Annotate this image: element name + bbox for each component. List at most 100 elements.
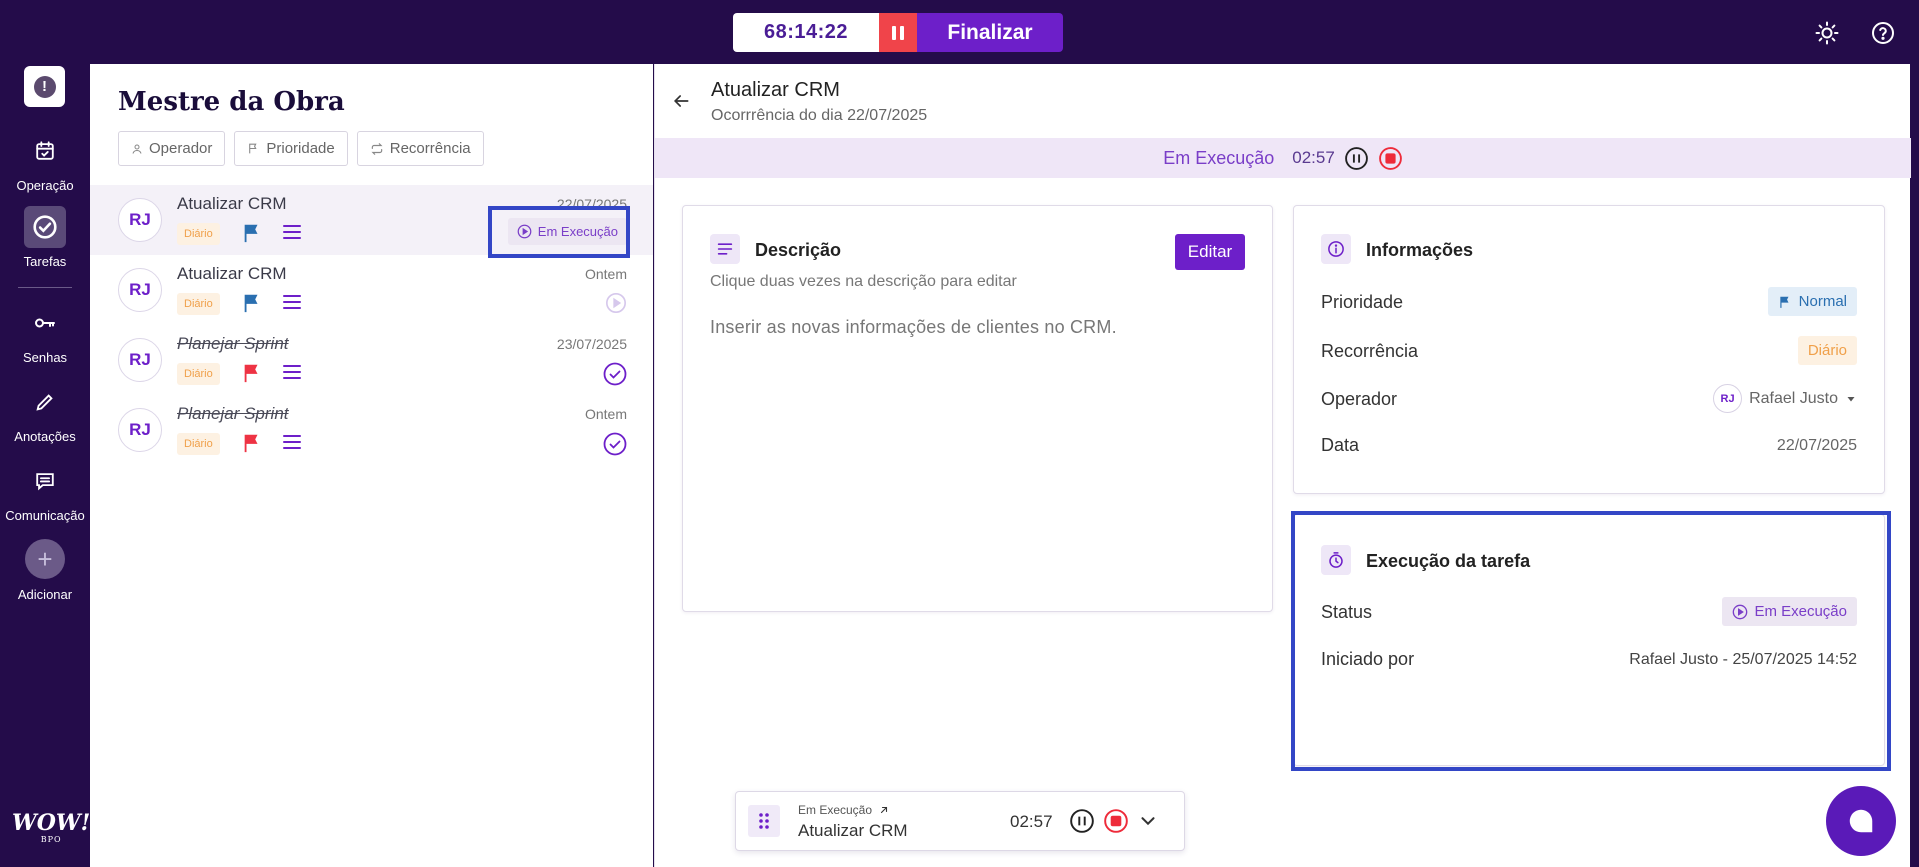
info-title: Informações: [1366, 240, 1474, 260]
description-text[interactable]: Inserir as novas informações de clientes…: [710, 317, 1117, 338]
external-link-icon[interactable]: [878, 804, 890, 816]
chevron-down-icon[interactable]: [1137, 810, 1159, 832]
description-card: Descrição Editar Clique duas vezes na de…: [682, 205, 1273, 612]
avatar: RJ: [118, 198, 162, 242]
chat-button[interactable]: [1826, 786, 1896, 856]
nav-item-senhas[interactable]: Senhas: [0, 302, 90, 365]
execution-status: Em Execução: [1163, 147, 1275, 168]
nav-label: Anotações: [14, 429, 76, 444]
play-circle-icon[interactable]: [605, 292, 627, 314]
finalize-button[interactable]: Finalizar: [917, 13, 1063, 52]
flag-icon: [249, 143, 257, 154]
priority-text: Normal: [1798, 293, 1847, 310]
recurrence-label: Recorrência: [1321, 341, 1419, 361]
flag-icon: [1779, 296, 1789, 308]
nav-item-comunicacao[interactable]: Comunicação: [0, 460, 90, 523]
execution-status-bar: Em Execução 02:57: [655, 138, 1911, 178]
task-detail-panel: Atualizar CRM Ocorrrência do dia 22/07/2…: [654, 64, 1911, 867]
check-circle-icon[interactable]: [603, 362, 627, 386]
execution-time: 02:57: [1292, 148, 1335, 167]
priority-value[interactable]: Normal: [1767, 287, 1857, 316]
task-name: Atualizar CRM: [177, 194, 287, 213]
sun-icon: [1815, 21, 1839, 45]
flag-icon: [244, 364, 258, 383]
operator-select[interactable]: RJ Rafael Justo: [1713, 384, 1857, 413]
text-lines-icon: [710, 234, 740, 264]
task-row[interactable]: RJ Planejar Sprint Diário 23/07/2025: [90, 325, 653, 395]
check-circle-icon[interactable]: [603, 432, 627, 456]
highlight-box: [1291, 511, 1891, 771]
pause-circle-icon[interactable]: [1344, 146, 1369, 171]
recurrence-badge: Diário: [177, 223, 220, 245]
key-icon: [24, 302, 66, 344]
theme-toggle-button[interactable]: [1814, 20, 1840, 46]
filter-recorrencia[interactable]: Recorrência: [356, 131, 484, 166]
nav-label: Comunicação: [5, 508, 85, 523]
task-name: Atualizar CRM: [177, 264, 287, 283]
task-name: Planejar Sprint: [177, 404, 289, 423]
back-arrow-icon[interactable]: [671, 91, 691, 111]
calendar-check-icon: [24, 130, 66, 172]
repeat-icon: [371, 142, 383, 155]
side-navigation: ! Operação Tarefas Senhas Anotações Comu…: [0, 64, 90, 867]
help-icon: [1872, 22, 1894, 44]
brand-logo: WOW! BPO: [12, 812, 90, 844]
stop-circle-icon[interactable]: [1378, 146, 1403, 171]
help-button[interactable]: [1870, 20, 1896, 46]
description-title: Descrição: [755, 240, 842, 260]
mini-controls: [1069, 808, 1159, 834]
date-label: Data: [1321, 435, 1360, 455]
description-lines-icon: [283, 435, 301, 449]
operator-name: Rafael Justo: [1749, 389, 1838, 407]
nav-item-tarefas[interactable]: Tarefas: [0, 206, 90, 269]
recurrence-badge: Diário: [177, 433, 220, 455]
description-lines-icon: [283, 225, 301, 239]
filter-label: Operador: [149, 140, 213, 157]
priority-badge: Normal: [1767, 287, 1857, 316]
priority-label: Prioridade: [1321, 292, 1404, 312]
date-value: 22/07/2025: [1776, 437, 1857, 454]
user-icon: [132, 144, 142, 154]
top-bar: 68:14:22 Finalizar: [0, 0, 1919, 64]
avatar: RJ: [118, 338, 162, 382]
edit-button[interactable]: Editar: [1175, 234, 1245, 270]
session-timer: 68:14:22: [733, 13, 879, 52]
mini-task-name: Atualizar CRM: [798, 821, 908, 840]
task-row[interactable]: RJ Planejar Sprint Diário Ontem: [90, 395, 653, 465]
filter-operador[interactable]: Operador: [118, 131, 226, 166]
mini-timer-player: Em Execução Atualizar CRM 02:57: [735, 791, 1185, 851]
pause-circle-icon[interactable]: [1069, 808, 1095, 834]
highlight-box: [488, 206, 630, 258]
avatar: RJ: [1713, 384, 1743, 413]
caret-down-icon: [1847, 396, 1855, 401]
flag-icon: [244, 294, 258, 313]
logo-text: WOW!: [12, 810, 91, 836]
task-title: Atualizar CRM: [711, 79, 840, 101]
task-row[interactable]: RJ Atualizar CRM Diário Ontem: [90, 255, 653, 325]
pause-session-button[interactable]: [879, 13, 917, 52]
filter-label: Recorrência: [389, 140, 471, 157]
drag-handle-icon[interactable]: [748, 805, 780, 837]
avatar: RJ: [118, 268, 162, 312]
task-date: Ontem: [584, 266, 627, 282]
notification-badge[interactable]: !: [24, 66, 65, 107]
info-icon: [1321, 234, 1351, 264]
nav-item-anotacoes[interactable]: Anotações: [0, 381, 90, 444]
filter-label: Prioridade: [266, 140, 335, 157]
recurrence-badge: Diário: [177, 293, 220, 315]
session-timer-group: 68:14:22 Finalizar: [733, 13, 1063, 52]
mini-status: Em Execução: [798, 803, 890, 817]
nav-item-adicionar[interactable]: + Adicionar: [0, 539, 90, 602]
description-hint: Clique duas vezes na descrição para edit…: [710, 273, 1017, 290]
stop-circle-icon[interactable]: [1103, 808, 1129, 834]
plus-icon: +: [25, 539, 65, 579]
recurrence-badge: Diário: [1797, 336, 1857, 365]
flag-icon: [244, 224, 258, 243]
project-title: Mestre da Obra: [118, 87, 345, 117]
pencil-icon: [24, 381, 66, 423]
occurrence-subtitle: Ocorrrência do dia 22/07/2025: [711, 107, 928, 124]
filter-prioridade[interactable]: Prioridade: [234, 131, 348, 166]
recurrence-value[interactable]: Diário: [1797, 336, 1857, 365]
mini-status-text: Em Execução: [798, 803, 873, 817]
nav-item-operacao[interactable]: Operação: [0, 130, 90, 193]
